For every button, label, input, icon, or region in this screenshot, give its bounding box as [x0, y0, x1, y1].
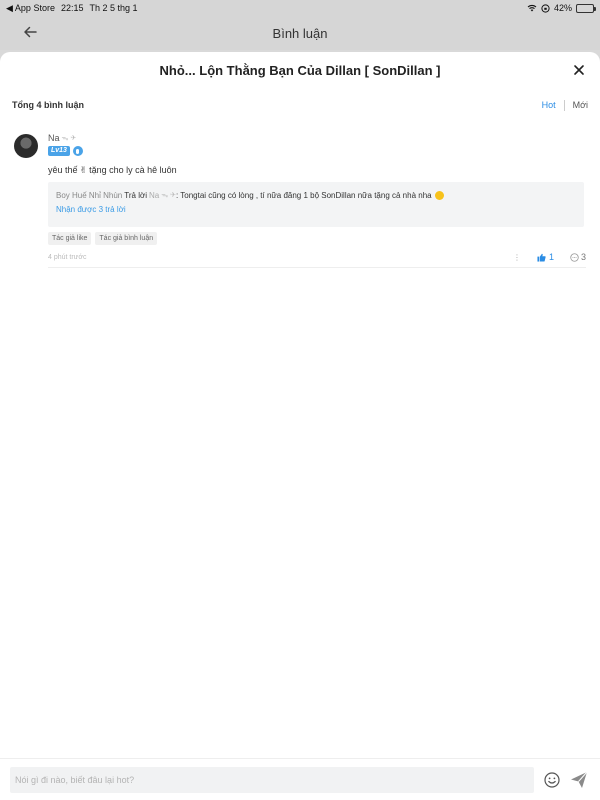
tag-author-like: Tác giả like	[48, 232, 92, 245]
nav-bar: Bình luận	[0, 16, 600, 50]
back-to-app-link[interactable]: ◀ App Store	[6, 3, 55, 14]
reply-preview[interactable]: Boy Huế Nhỉ Nhùn Trả lời Na ᯓ ✈ : Tongta…	[48, 182, 584, 227]
status-bar: ◀ App Store 22:15 Th 2 5 thg 1 42%	[0, 0, 600, 16]
comment-divider	[48, 267, 586, 268]
more-replies-link[interactable]: Nhận được 3 trả lời	[56, 205, 576, 214]
like-count: 1	[548, 252, 554, 262]
username-text: Na	[48, 133, 60, 143]
comment-input-bar	[0, 758, 600, 800]
more-options-icon[interactable]: ⋮	[513, 253, 521, 262]
comment-text-start: yêu thế	[48, 165, 78, 175]
verified-icon	[72, 146, 83, 156]
comment-text: yêu thế ✌ tặng cho ly cà hê luôn	[48, 164, 586, 176]
comments-summary: Tổng 4 bình luận Hot Mới	[12, 98, 588, 112]
sort-hot-tab[interactable]: Hot	[542, 100, 556, 110]
reply-verb: Trả lời	[124, 190, 147, 200]
sheet-title: Nhỏ... Lộn Thằng Bạn Của Dillan [ SonDil…	[159, 62, 441, 78]
comment-body: Na ᯓ ✈ Lv13 yêu thế ✌ tặng cho ly cà hê …	[48, 132, 586, 263]
level-badge: Lv13	[48, 146, 70, 156]
like-button[interactable]: 1	[537, 252, 554, 262]
user-badges: Lv13	[48, 145, 586, 157]
avatar[interactable]	[14, 134, 38, 158]
nav-title: Bình luận	[272, 25, 328, 41]
comment-input[interactable]	[10, 766, 534, 793]
send-icon[interactable]	[570, 771, 588, 789]
emoji-icon[interactable]	[544, 771, 560, 788]
comment-actions: ⋮ 1 3	[513, 252, 586, 262]
comment-bubble-icon	[570, 252, 579, 262]
reply-target-decoration: ᯓ ✈	[161, 191, 176, 199]
status-date: Th 2 5 thg 1	[89, 3, 138, 13]
sort-toggle: Hot Mới	[542, 99, 588, 111]
reply-line: Boy Huế Nhỉ Nhùn Trả lời Na ᯓ ✈ : Tongta…	[56, 188, 576, 202]
author-tags: Tác giả like Tác giả bình luận	[48, 232, 586, 245]
comment-username[interactable]: Na ᯓ ✈	[48, 132, 586, 144]
battery-percent: 42%	[553, 3, 572, 13]
sort-new-tab[interactable]: Mới	[573, 100, 588, 110]
reply-button[interactable]: 3	[570, 252, 586, 262]
comment-time: 4 phút trước	[48, 253, 87, 261]
total-comments: Tổng 4 bình luận	[12, 100, 84, 110]
close-icon[interactable]	[572, 63, 586, 77]
reply-target[interactable]: Na	[149, 191, 159, 200]
smile-emoji-icon	[434, 190, 444, 200]
tag-author-comment: Tác giả bình luận	[95, 232, 158, 245]
reply-author[interactable]: Boy Huế Nhỉ Nhùn	[56, 191, 122, 200]
comment-meta: 4 phút trước ⋮ 1 3	[48, 251, 586, 263]
sort-divider	[563, 99, 565, 111]
reply-text: : Tongtai cũng có lòng , tí nữa đăng 1 b…	[175, 190, 432, 200]
back-arrow-icon[interactable]	[22, 24, 38, 40]
thumbs-up-icon	[537, 253, 546, 262]
status-time: 22:15	[60, 3, 84, 13]
username-decoration: ᯓ ✈	[61, 134, 77, 142]
sheet-header: Nhỏ... Lộn Thằng Bạn Của Dillan [ SonDil…	[0, 52, 600, 88]
battery-icon	[576, 3, 596, 13]
reply-count: 3	[580, 252, 586, 262]
comment-text-end: tặng cho ly cà hê luôn	[89, 165, 177, 175]
victory-hand-emoji: ✌	[79, 164, 88, 175]
orientation-lock-icon	[541, 3, 550, 13]
wifi-icon	[527, 4, 537, 12]
comments-sheet: Nhỏ... Lộn Thằng Bạn Của Dillan [ SonDil…	[0, 52, 600, 800]
